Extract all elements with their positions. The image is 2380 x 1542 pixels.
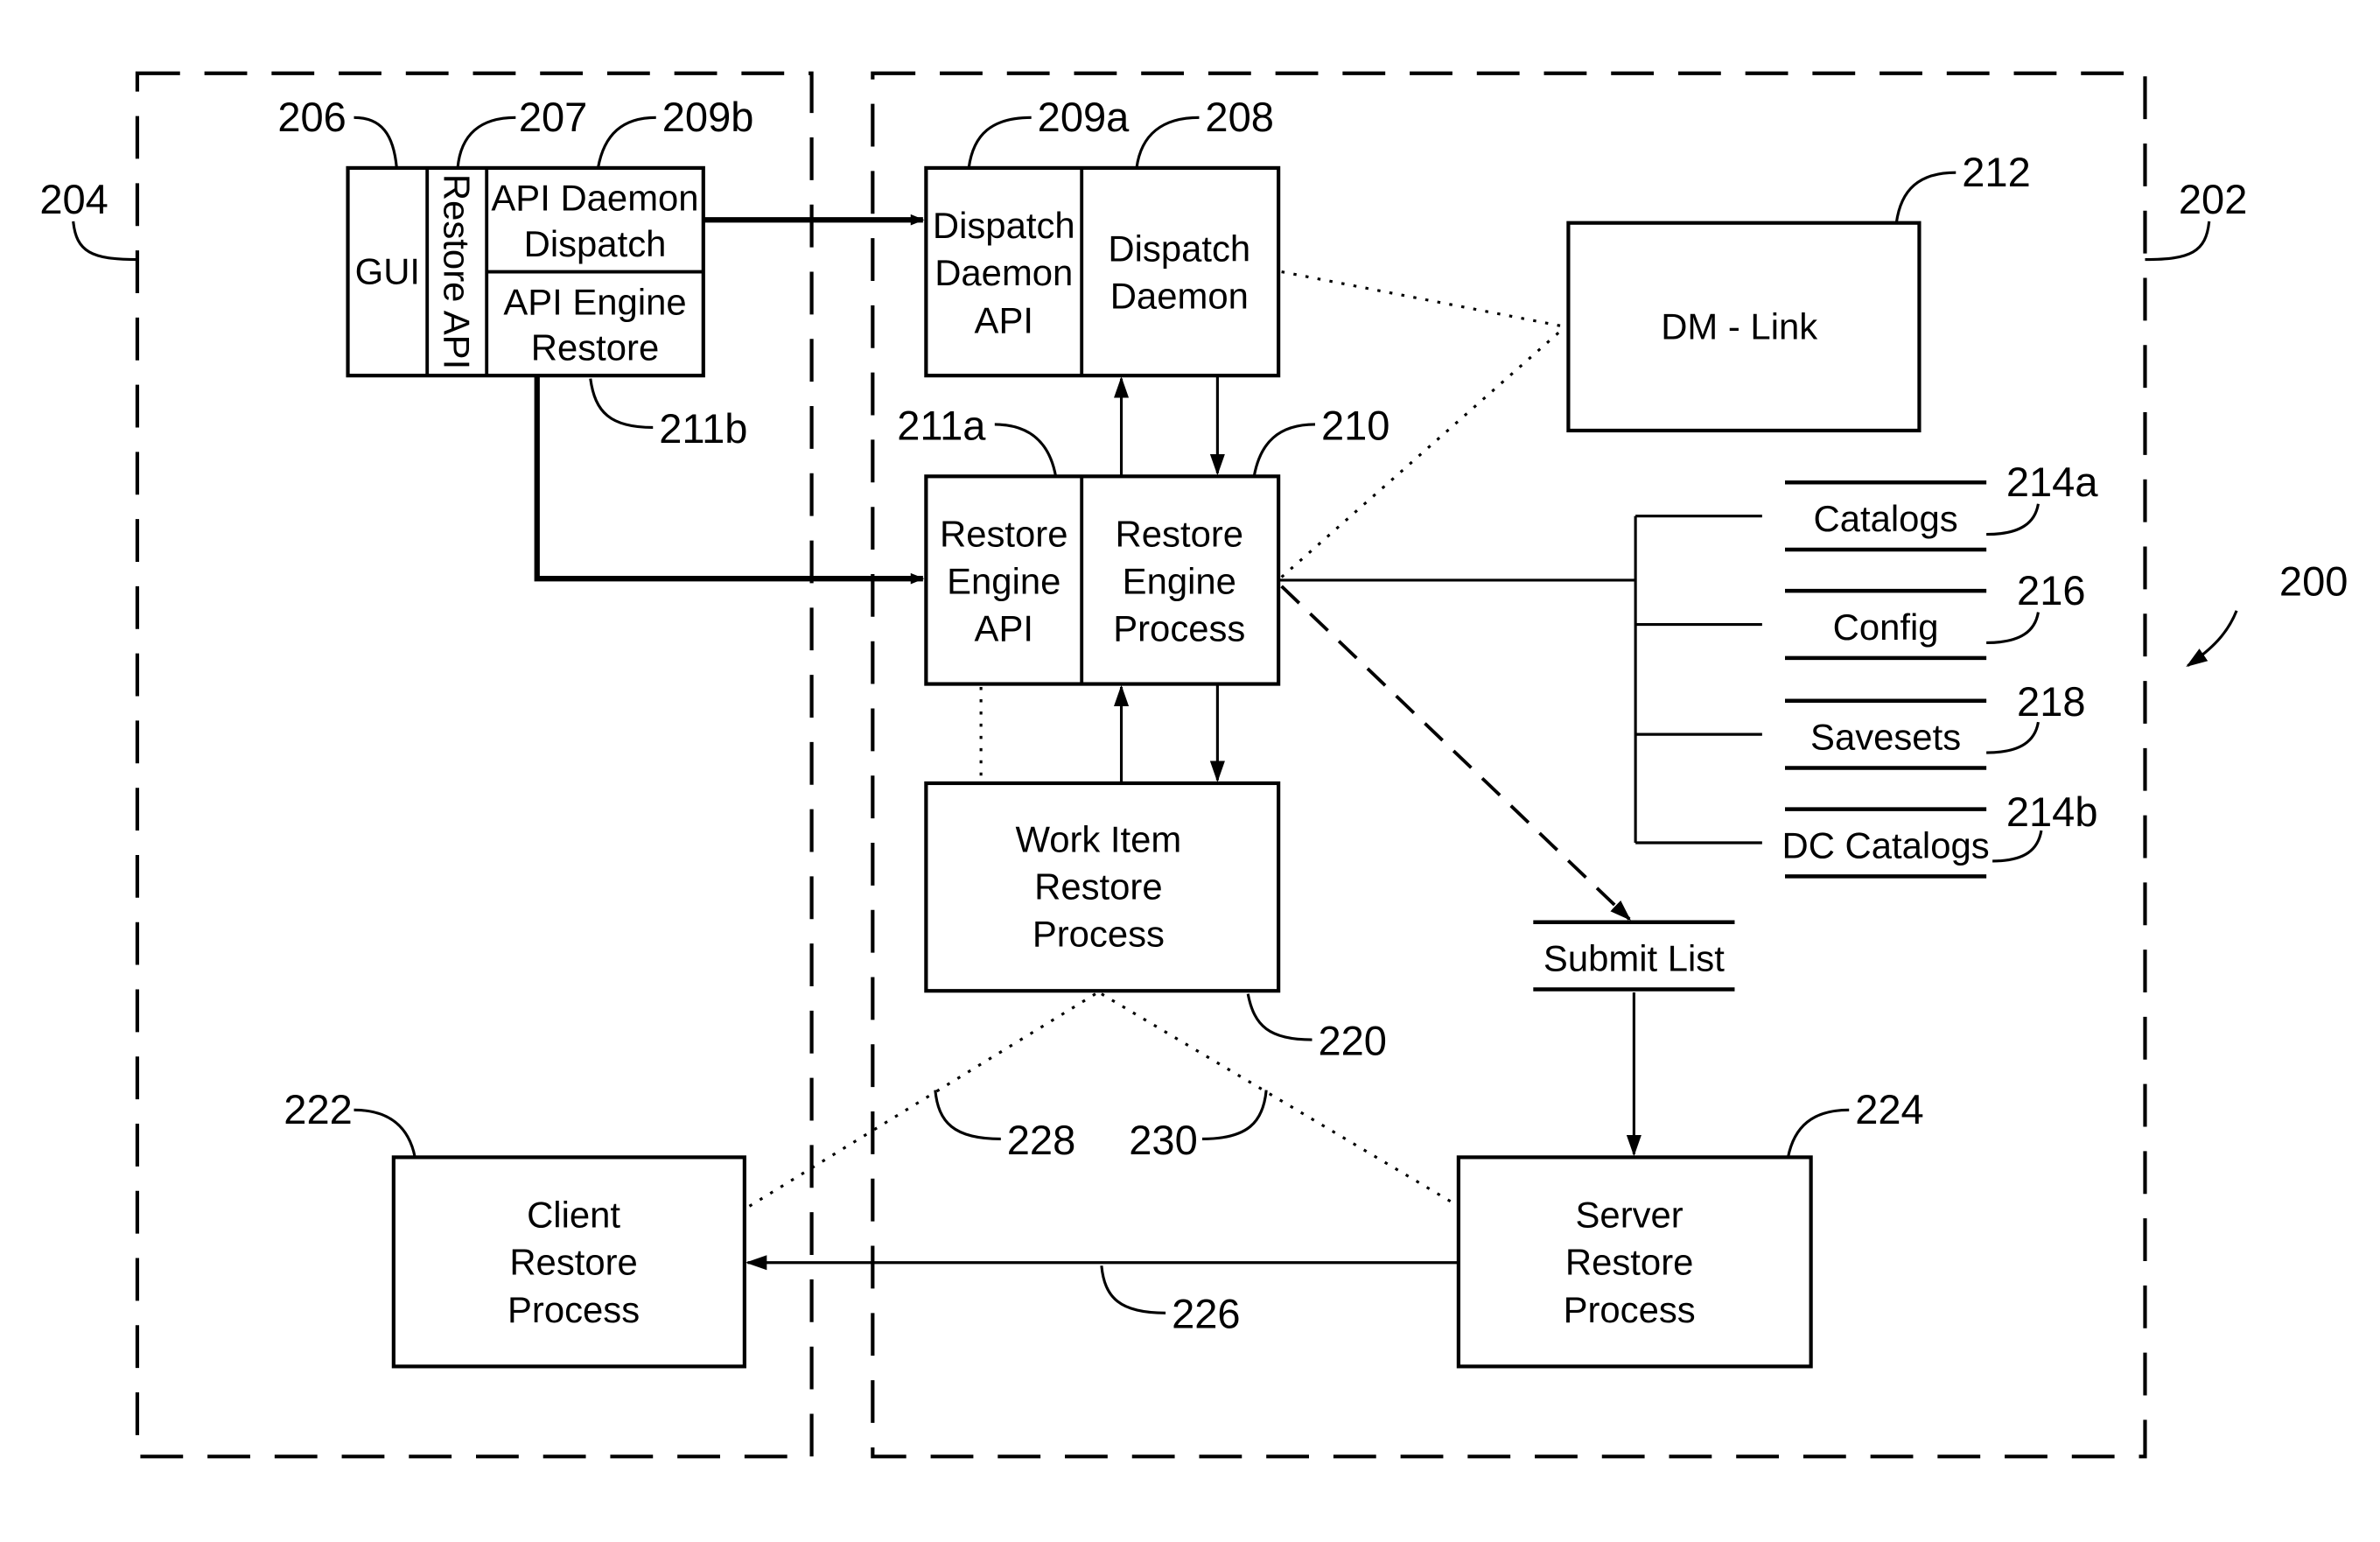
work-item-line1: Work Item bbox=[1015, 818, 1181, 859]
dm-link-label: DM - Link bbox=[1661, 305, 1817, 347]
server-region-ref: 202 bbox=[2179, 176, 2248, 222]
store-ref: 218 bbox=[2017, 678, 2086, 725]
restore-engine-process-line1: Restore bbox=[1116, 514, 1243, 555]
dispatch-api-leader bbox=[967, 116, 1032, 169]
restore-engine-module: Restore Engine API Restore Engine Proces… bbox=[897, 402, 1390, 686]
gui-ref: 206 bbox=[277, 94, 346, 140]
figure-ref-arrow bbox=[2186, 610, 2238, 668]
dispatch-api-ref: 209a bbox=[1038, 94, 1130, 140]
arrow-restore-engine-to-submit-list bbox=[1280, 585, 1631, 921]
work-item-to-server-ref: 230 bbox=[1129, 1117, 1198, 1163]
server-restore-line3: Process bbox=[1564, 1289, 1696, 1330]
client-restore-leader bbox=[354, 1108, 416, 1158]
store-label: Catalogs bbox=[1814, 498, 1958, 539]
work-item-line2: Restore bbox=[1034, 866, 1162, 908]
restore-engine-process-ref: 210 bbox=[1321, 402, 1390, 448]
store-catalogs: Catalogs 214a bbox=[1635, 459, 2099, 552]
server-restore-ref: 224 bbox=[1855, 1086, 1924, 1132]
api-daemon-dispatch-ref: 209b bbox=[662, 94, 754, 140]
store-label: DC Catalogs bbox=[1782, 824, 1990, 866]
dispatch-daemon-line2: Daemon bbox=[1110, 275, 1249, 316]
dotted-restore-engine-to-dm-link bbox=[1280, 326, 1566, 578]
restore-engine-api-line2: Engine bbox=[947, 561, 1060, 602]
server-restore-line2: Restore bbox=[1565, 1242, 1693, 1283]
submit-list-label: Submit List bbox=[1544, 938, 1725, 979]
store-leader bbox=[1992, 830, 2043, 863]
work-item-restore: Work Item Restore Process 220 bbox=[924, 781, 1387, 1063]
api-daemon-dispatch-line2: Dispatch bbox=[524, 223, 667, 264]
figure-ref-label: 200 bbox=[2279, 557, 2348, 604]
dispatch-module: Dispatch Daemon API Dispatch Daemon 209a… bbox=[924, 94, 1281, 378]
store-ref: 216 bbox=[2017, 567, 2086, 613]
store-ref: 214a bbox=[2006, 459, 2099, 505]
work-item-to-client-ref: 228 bbox=[1007, 1117, 1076, 1163]
dotted-work-item-to-server bbox=[1101, 992, 1460, 1208]
restore-engine-api-ref: 211a bbox=[897, 402, 986, 448]
api-engine-restore-ref: 211b bbox=[659, 405, 747, 452]
restore-engine-process-line2: Engine bbox=[1123, 561, 1236, 602]
server-region-leader bbox=[2145, 221, 2211, 262]
client-restore-line3: Process bbox=[508, 1289, 640, 1330]
submit-list: Submit List bbox=[1533, 920, 1735, 992]
api-daemon-dispatch-leader bbox=[596, 116, 656, 169]
dispatch-api-line3: API bbox=[975, 299, 1033, 340]
dotted-dispatch-to-dm-link bbox=[1281, 270, 1566, 328]
dotted-work-item-to-client bbox=[744, 992, 1096, 1211]
server-restore-line1: Server bbox=[1576, 1195, 1684, 1236]
dm-link: DM - Link 212 bbox=[1566, 149, 2031, 433]
store-dc-catalogs: DC Catalogs 214b bbox=[1635, 789, 2098, 879]
client-region-leader bbox=[72, 221, 137, 262]
dm-link-leader bbox=[1894, 171, 1956, 223]
restore-engine-api-line3: API bbox=[975, 608, 1033, 649]
api-engine-restore-line2: Restore bbox=[531, 327, 659, 368]
store-savesets: Savesets 218 bbox=[1635, 678, 2086, 770]
client-restore-line2: Restore bbox=[509, 1242, 637, 1283]
client-region-ref: 204 bbox=[39, 176, 108, 222]
store-ref: 214b bbox=[2006, 789, 2098, 835]
restore-api-leader bbox=[456, 116, 516, 169]
server-to-client-leader bbox=[1100, 1265, 1166, 1314]
dispatch-api-line2: Daemon bbox=[934, 252, 1073, 293]
client-restore-line1: Client bbox=[527, 1195, 620, 1236]
server-restore: Server Restore Process 224 bbox=[1456, 1086, 1924, 1369]
api-engine-restore-leader bbox=[589, 378, 654, 430]
dispatch-daemon-leader bbox=[1135, 116, 1200, 169]
restore-engine-process-leader bbox=[1252, 423, 1315, 477]
dispatch-api-line1: Dispatch bbox=[933, 205, 1075, 246]
store-leader bbox=[1986, 612, 2040, 645]
dispatch-daemon-line1: Dispatch bbox=[1108, 228, 1250, 269]
restore-engine-process-line3: Process bbox=[1113, 608, 1245, 649]
work-item-ref: 220 bbox=[1318, 1017, 1387, 1063]
restore-engine-api-leader bbox=[994, 423, 1058, 477]
client-module: GUI Restore API API Daemon Dispatch API … bbox=[277, 94, 753, 452]
server-to-client-ref: 226 bbox=[1172, 1291, 1241, 1337]
api-engine-restore-line1: API Engine bbox=[503, 281, 686, 322]
client-restore: Client Restore Process 222 bbox=[284, 1086, 746, 1369]
server-restore-leader bbox=[1786, 1108, 1850, 1158]
gui-label: GUI bbox=[355, 250, 420, 291]
store-config: Config 216 bbox=[1635, 567, 2086, 661]
dm-link-ref: 212 bbox=[1962, 149, 2031, 195]
work-item-to-client-leader bbox=[934, 1090, 1001, 1141]
store-label: Config bbox=[1833, 606, 1939, 648]
store-leader bbox=[1986, 503, 2040, 536]
gui-leader bbox=[354, 116, 398, 169]
store-label: Savesets bbox=[1810, 717, 1961, 758]
work-item-leader bbox=[1246, 993, 1312, 1041]
data-stores: Catalogs 214a Config 216 Savesets 218 DC… bbox=[1278, 459, 2099, 879]
work-item-line3: Process bbox=[1032, 914, 1165, 955]
dispatch-daemon-ref: 208 bbox=[1205, 94, 1274, 140]
client-restore-ref: 222 bbox=[284, 1086, 353, 1132]
restore-engine-api-line1: Restore bbox=[940, 514, 1068, 555]
restore-api-label: Restore API bbox=[436, 174, 477, 369]
work-item-to-server-leader bbox=[1201, 1090, 1268, 1141]
store-leader bbox=[1986, 721, 2040, 754]
figure-ref: 200 bbox=[2186, 557, 2348, 668]
restore-architecture-diagram: 204 202 200 GUI Restore API API Daemon D… bbox=[39, 71, 2348, 1459]
api-daemon-dispatch-line1: API Daemon bbox=[491, 178, 698, 219]
restore-api-ref: 207 bbox=[519, 94, 588, 140]
